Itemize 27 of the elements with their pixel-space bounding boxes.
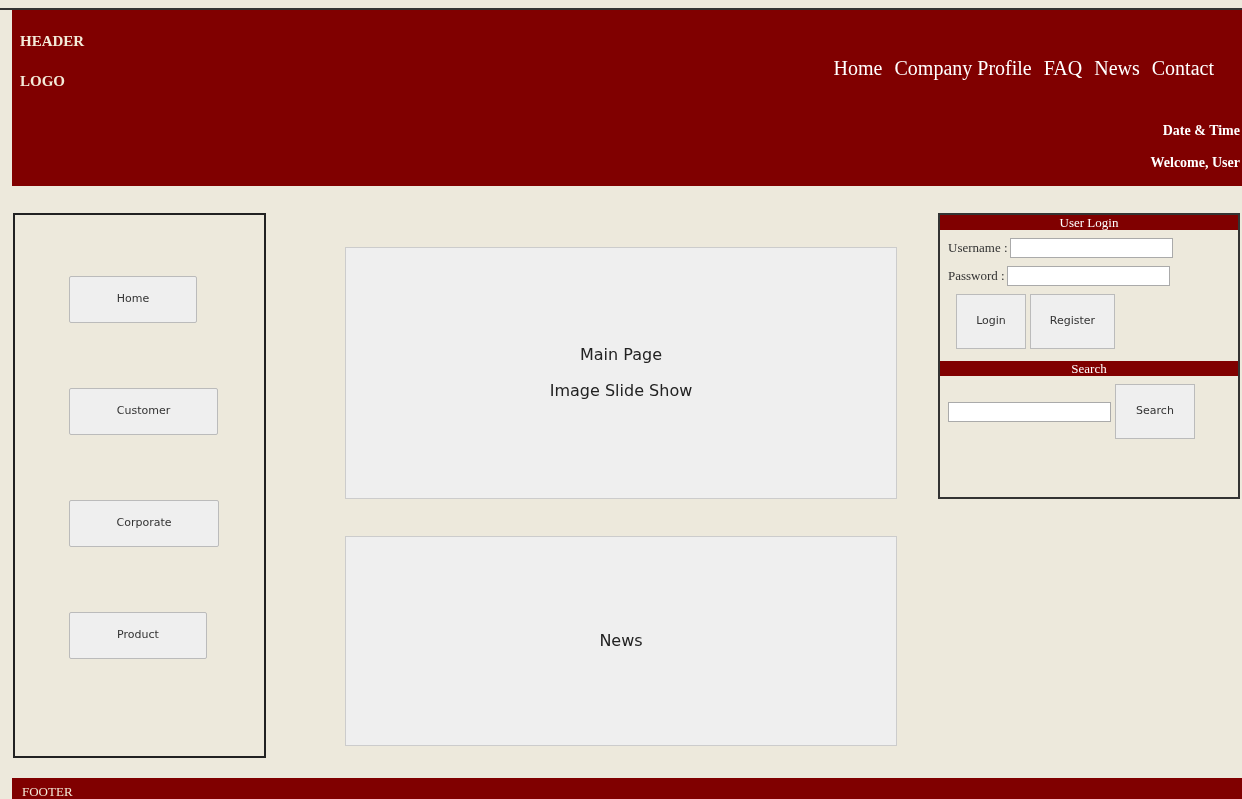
login-button[interactable]: Login [956, 294, 1026, 349]
nav-link[interactable]: FAQ [1043, 53, 1083, 83]
date-time-text: Date & Time [1161, 122, 1240, 140]
sidebar-button[interactable]: Customer [69, 388, 218, 435]
search-button[interactable]: Search [1115, 384, 1195, 439]
news-text: News [599, 630, 643, 652]
sidebar-button[interactable]: Product [69, 612, 207, 659]
search-field[interactable] [948, 401, 1111, 422]
welcome-text: Welcome, User [1150, 154, 1240, 172]
field-label: Password : [948, 267, 1005, 286]
sidebar-button[interactable]: Home [69, 276, 197, 323]
header-text: HEADER [20, 32, 85, 51]
panel-title: User Login [940, 215, 1238, 230]
input-field[interactable] [1009, 238, 1173, 258]
logo-text: LOGO [20, 71, 66, 91]
slideshow-text: Image Slide Show [549, 380, 693, 402]
nav-link[interactable]: Contact [1151, 53, 1214, 83]
nav-link[interactable]: News [1094, 53, 1140, 83]
register-button[interactable]: Register [1030, 294, 1115, 349]
sidebar-button[interactable]: Corporate [69, 500, 219, 547]
input-field[interactable] [1006, 266, 1170, 286]
footer-text: FOOTER [22, 784, 73, 799]
field-label: Username : [948, 239, 1008, 258]
nav-link[interactable]: Home [833, 53, 883, 83]
slideshow-text: Main Page [580, 344, 662, 366]
panel-title: Search [940, 361, 1238, 376]
nav-link[interactable]: Company Profile [894, 53, 1032, 83]
